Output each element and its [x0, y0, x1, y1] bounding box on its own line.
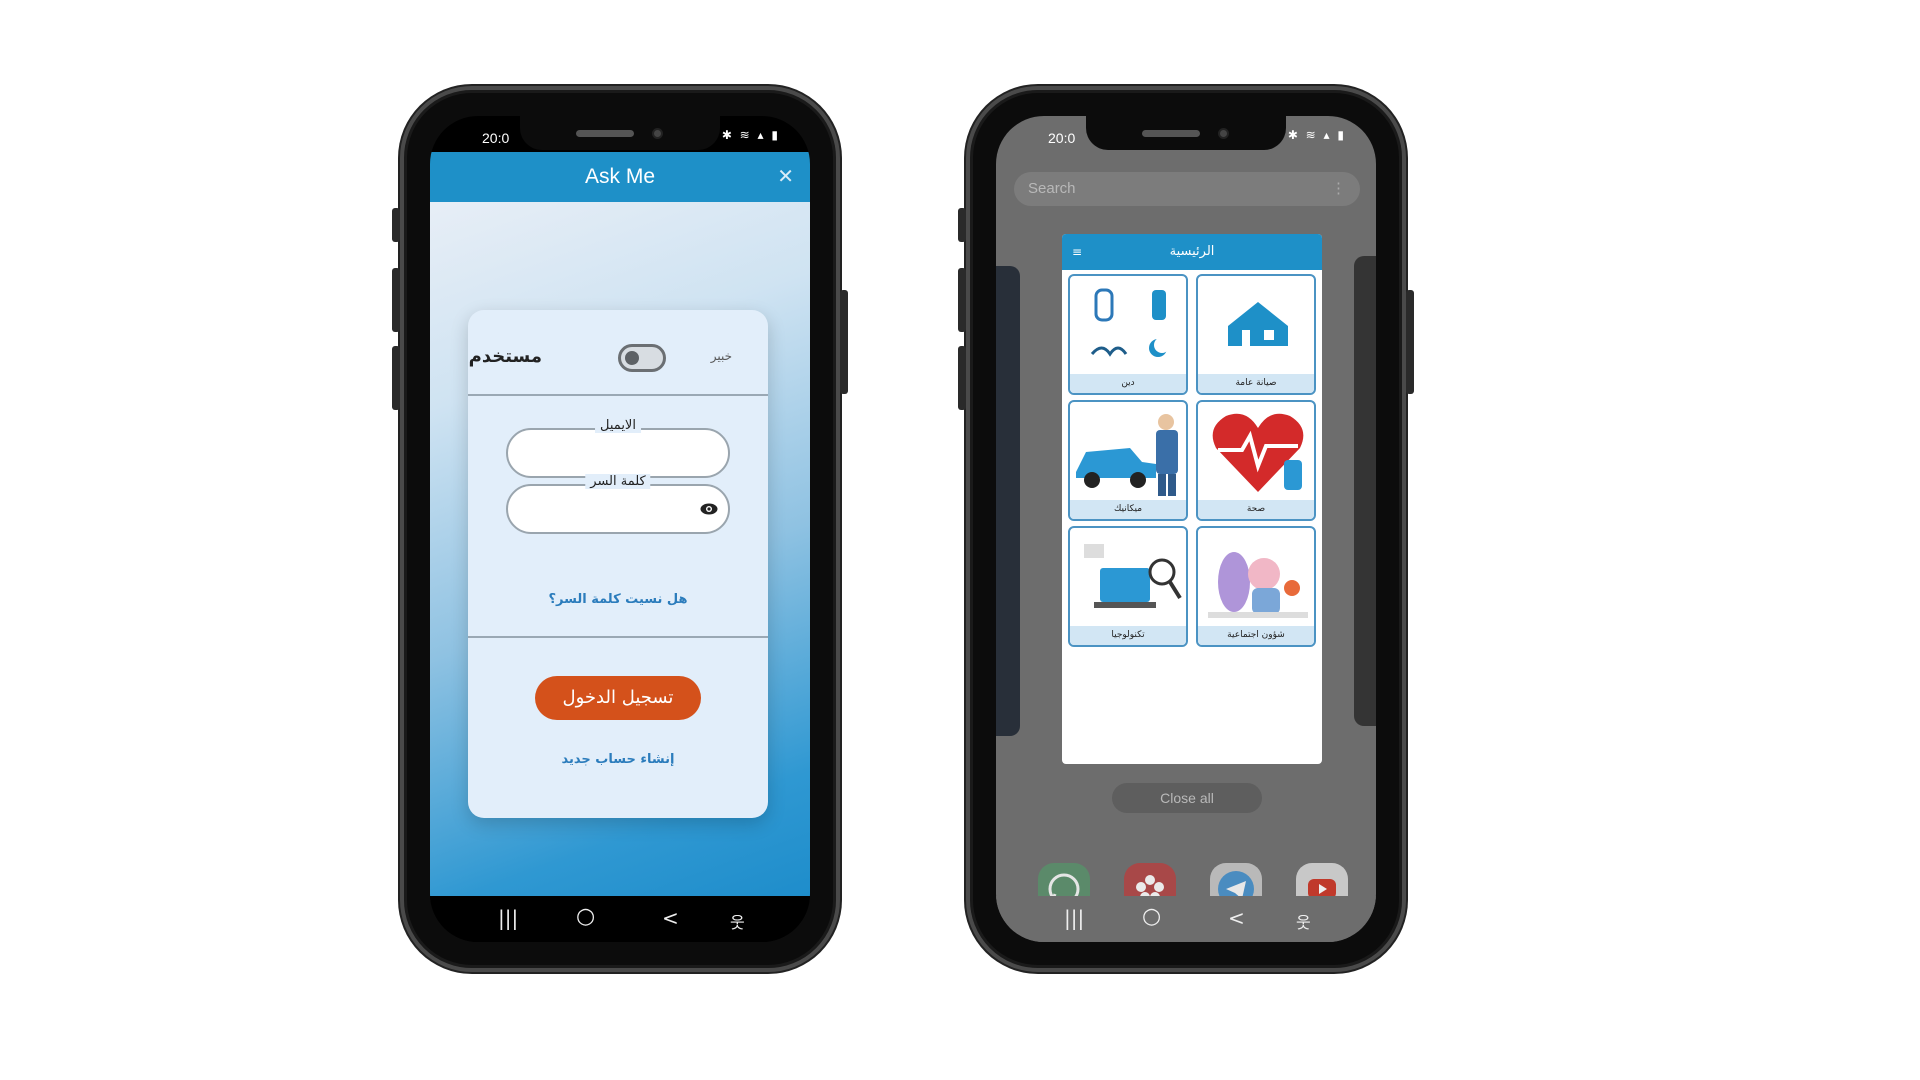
home-button[interactable]: ○: [1142, 904, 1161, 929]
recents-button[interactable]: |||: [1064, 906, 1084, 930]
notch: [520, 116, 720, 150]
create-account-link[interactable]: إنشاء حساب جديد: [468, 752, 768, 767]
tile-label: ميكانيك: [1070, 500, 1186, 519]
password-field[interactable]: كلمة السر: [506, 474, 730, 534]
maintenance-icon: [1198, 276, 1314, 376]
accessibility-icon[interactable]: 웃: [1296, 909, 1311, 933]
email-label: الايميل: [595, 418, 641, 433]
religion-icon: [1070, 276, 1186, 376]
car-mechanic-icon: [1070, 402, 1186, 502]
login-card: مستخدم خبير الايميل كلمة السر هل نسيت كل…: [468, 310, 768, 818]
search-placeholder: Search: [1028, 180, 1076, 197]
back-button[interactable]: <: [662, 906, 679, 930]
system-nav-bar: ||| ○ < 웃: [430, 896, 810, 942]
status-time: 20:0: [482, 130, 510, 146]
menu-icon: ≡: [1072, 245, 1083, 259]
back-button[interactable]: <: [1228, 906, 1245, 930]
search-input[interactable]: Search ⋮: [1014, 172, 1360, 206]
speaker: [576, 130, 634, 137]
preview-header: ≡ الرئيسية: [1062, 234, 1322, 270]
email-field[interactable]: الايميل: [506, 418, 730, 478]
volume-up-button: [392, 268, 400, 332]
user-label: مستخدم: [468, 346, 542, 367]
tile-label: تكنولوجيا: [1070, 626, 1186, 645]
front-camera: [652, 128, 663, 139]
expert-label: خبير: [710, 349, 732, 363]
preview-title: الرئيسية: [1169, 244, 1215, 259]
toggle-knob: [625, 351, 639, 365]
category-tile-maintenance[interactable]: صيانة عامة: [1196, 274, 1316, 395]
phone-recents: 20:0 ✱ ≋ ▴ ▮ Search ⋮ ≡ الرئيسية دين صيا…: [958, 86, 1414, 972]
status-icons: ✱ ≋ ▴ ▮: [1287, 128, 1346, 142]
volume-up-button: [958, 268, 966, 332]
recent-app-preview[interactable]: ≡ الرئيسية دين صيانة عامة ميكانيك صحة تك…: [1062, 234, 1322, 764]
category-tile-health[interactable]: صحة: [1196, 400, 1316, 521]
accessibility-icon[interactable]: 웃: [730, 909, 745, 933]
social-affairs-icon: [1198, 528, 1314, 628]
tile-label: صيانة عامة: [1198, 374, 1314, 393]
divider: [468, 636, 768, 638]
category-tile-technology[interactable]: تكنولوجيا: [1068, 526, 1188, 647]
tile-label: شؤون اجتماعية: [1198, 626, 1314, 645]
password-label: كلمة السر: [585, 474, 651, 489]
volume-down-button: [958, 346, 966, 410]
home-button[interactable]: ○: [576, 904, 595, 929]
status-time: 20:0: [1048, 130, 1076, 146]
technology-icon: [1070, 528, 1186, 628]
screen: 20:0 ✱ ≋ ▴ ▮ Search ⋮ ≡ الرئيسية دين صيا…: [996, 116, 1376, 942]
category-tile-religion[interactable]: دين: [1068, 274, 1188, 395]
system-nav-bar: ||| ○ < 웃: [996, 896, 1376, 942]
phone-login: 20:0 ✱ ≋ ▴ ▮ Ask Me ✕ مستخدم خبير الايمي…: [392, 86, 848, 972]
power-button: [840, 290, 848, 394]
divider: [468, 394, 768, 396]
eye-icon[interactable]: [700, 500, 718, 520]
status-icons: ✱ ≋ ▴ ▮: [721, 128, 780, 142]
phone-side-button: [392, 208, 400, 242]
phone-side-button: [958, 208, 966, 242]
power-button: [1406, 290, 1414, 394]
category-tile-social[interactable]: شؤون اجتماعية: [1196, 526, 1316, 647]
notch: [1086, 116, 1286, 150]
recents-button[interactable]: |||: [498, 906, 518, 930]
close-icon[interactable]: ✕: [777, 152, 794, 202]
category-tile-mechanic[interactable]: ميكانيك: [1068, 400, 1188, 521]
forgot-password-link[interactable]: هل نسيت كلمة السر؟: [468, 592, 768, 607]
close-all-button[interactable]: Close all: [1112, 783, 1262, 813]
volume-down-button: [392, 346, 400, 410]
tile-label: دين: [1070, 374, 1186, 393]
app-header: Ask Me ✕: [430, 152, 810, 202]
app-title: Ask Me: [584, 165, 655, 188]
health-heart-icon: [1198, 402, 1314, 502]
recent-app-card-right[interactable]: [1354, 256, 1376, 726]
screen: 20:0 ✱ ≋ ▴ ▮ Ask Me ✕ مستخدم خبير الايمي…: [430, 116, 810, 942]
login-button[interactable]: تسجيل الدخول: [535, 676, 701, 720]
recent-app-card-left[interactable]: [996, 266, 1020, 736]
more-options-icon[interactable]: ⋮: [1331, 172, 1346, 206]
role-toggle[interactable]: [618, 344, 666, 372]
speaker: [1142, 130, 1200, 137]
front-camera: [1218, 128, 1229, 139]
tile-label: صحة: [1198, 500, 1314, 519]
